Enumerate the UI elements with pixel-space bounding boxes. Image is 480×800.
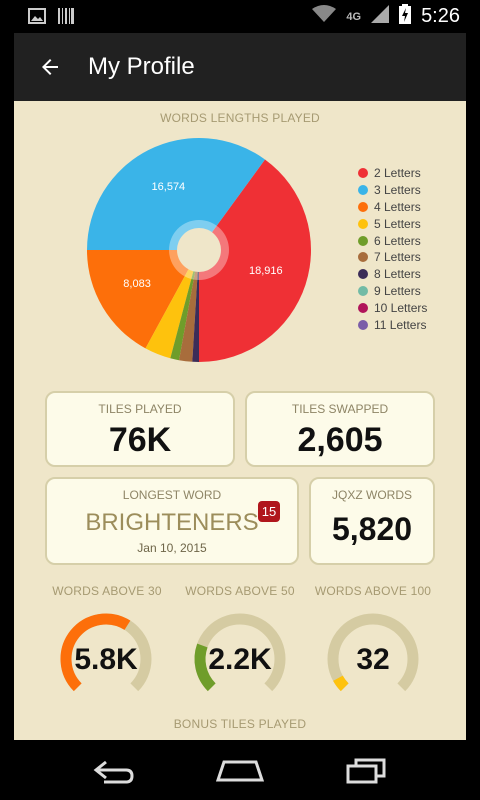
word-score-badge: 15	[258, 501, 280, 522]
legend-item: 7 Letters	[358, 249, 427, 266]
page-title: My Profile	[88, 53, 195, 80]
legend-item: 5 Letters	[358, 215, 427, 232]
legend-item: 6 Letters	[358, 232, 427, 249]
tiles-swapped-card: TILES SWAPPED 2,605	[245, 391, 435, 467]
gauge-words-above-100: 32	[325, 611, 421, 707]
legend-item: 9 Letters	[358, 283, 427, 300]
legend-label: 2 Letters	[374, 166, 421, 181]
legend-color-dot	[358, 319, 368, 330]
navigation-bar	[0, 740, 480, 800]
back-nav-icon	[93, 760, 134, 784]
pie-chart: 18,916 16,574 8,083	[86, 137, 312, 363]
legend-label: 8 Letters	[374, 267, 421, 282]
image-icon	[28, 7, 46, 30]
legend-item: 11 Letters	[358, 316, 427, 333]
legend-label: 6 Letters	[374, 233, 421, 248]
app-bar: My Profile	[14, 33, 466, 101]
bonus-tiles-title: BONUS TILES PLAYED	[173, 717, 307, 731]
legend-color-dot	[358, 168, 368, 179]
gauge-value-100: 32	[356, 643, 390, 676]
legend-item: 4 Letters	[358, 199, 427, 216]
legend-color-dot	[358, 285, 368, 296]
legend-item: 3 Letters	[358, 182, 427, 199]
longest-word-label: LONGEST WORD	[122, 488, 222, 502]
jqxz-words-label: JQXZ WORDS	[332, 488, 412, 502]
legend-color-dot	[358, 218, 368, 229]
status-bar: 4G 5:26	[0, 0, 480, 33]
gauge-words-above-30: 5.8K	[58, 611, 154, 707]
gauge-value-30: 5.8K	[74, 643, 138, 676]
barcode-icon	[58, 7, 74, 30]
legend-label: 9 Letters	[374, 283, 421, 298]
legend-color-dot	[358, 235, 368, 246]
tiles-played-card: TILES PLAYED 76K	[45, 391, 235, 467]
pie-data-label: 16,574	[151, 181, 186, 194]
legend-label: 5 Letters	[374, 216, 421, 231]
gauge-label-30: WORDS ABOVE 30	[52, 584, 162, 598]
home-nav-icon	[216, 760, 264, 782]
legend-item: 8 Letters	[358, 266, 427, 283]
pie-data-label: 8,083	[123, 278, 151, 291]
screen: 4G 5:26 My Profile WORDS LENGTHS PLAYED …	[0, 0, 480, 800]
pie-center-hole	[177, 228, 221, 272]
battery-charging-icon	[399, 4, 412, 29]
legend-label: 7 Letters	[374, 250, 421, 265]
legend-color-dot	[358, 201, 368, 212]
recents-nav-icon	[346, 758, 386, 784]
tiles-swapped-label: TILES SWAPPED	[291, 402, 389, 416]
jqxz-words-card: JQXZ WORDS 5,820	[309, 477, 435, 565]
gauge-value-50: 2.2K	[208, 643, 272, 676]
gauge-label-100: WORDS ABOVE 100	[314, 584, 432, 598]
longest-word-card: LONGEST WORD BRIGHTENERS 15 Jan 10, 2015	[45, 477, 299, 565]
gauge-label-50: WORDS ABOVE 50	[185, 584, 295, 598]
tiles-played-label: TILES PLAYED	[98, 402, 182, 416]
tiles-swapped-value: 2,605	[297, 421, 383, 459]
status-time: 5:26	[421, 5, 460, 27]
legend-label: 4 Letters	[374, 199, 421, 214]
longest-word-date: Jan 10, 2015	[137, 541, 207, 555]
arrow-back-icon	[42, 59, 58, 75]
nav-home-button[interactable]	[210, 754, 270, 788]
words-lengths-title: WORDS LENGTHS PLAYED	[160, 111, 320, 125]
gauge-fill	[333, 675, 349, 692]
signal-icon	[371, 5, 390, 28]
legend-item: 10 Letters	[358, 299, 427, 316]
network-type: 4G	[346, 10, 362, 23]
legend-label: 10 Letters	[374, 300, 428, 315]
wifi-icon	[312, 5, 337, 28]
gauge-words-above-50: 2.2K	[192, 611, 288, 707]
legend-color-dot	[358, 269, 368, 280]
legend-label: 11 Letters	[374, 317, 427, 332]
back-button[interactable]	[20, 33, 80, 101]
legend-color-dot	[358, 302, 368, 313]
nav-recents-button[interactable]	[336, 754, 396, 788]
pie-svg	[87, 138, 312, 362]
legend-color-dot	[358, 185, 368, 196]
tiles-played-value: 76K	[108, 421, 172, 459]
nav-back-button[interactable]	[84, 754, 144, 788]
pie-data-label: 18,916	[249, 264, 283, 277]
jqxz-words-value: 5,820	[331, 511, 413, 547]
chart-legend: 2 Letters 3 Letters 4 Letters 5 Letters 6 Le…	[358, 165, 427, 333]
profile-content[interactable]: WORDS LENGTHS PLAYED 18,916 16,574 8,083 2…	[14, 101, 466, 740]
legend-color-dot	[358, 252, 368, 263]
legend-label: 3 Letters	[374, 183, 421, 198]
legend-item: 2 Letters	[358, 165, 427, 182]
